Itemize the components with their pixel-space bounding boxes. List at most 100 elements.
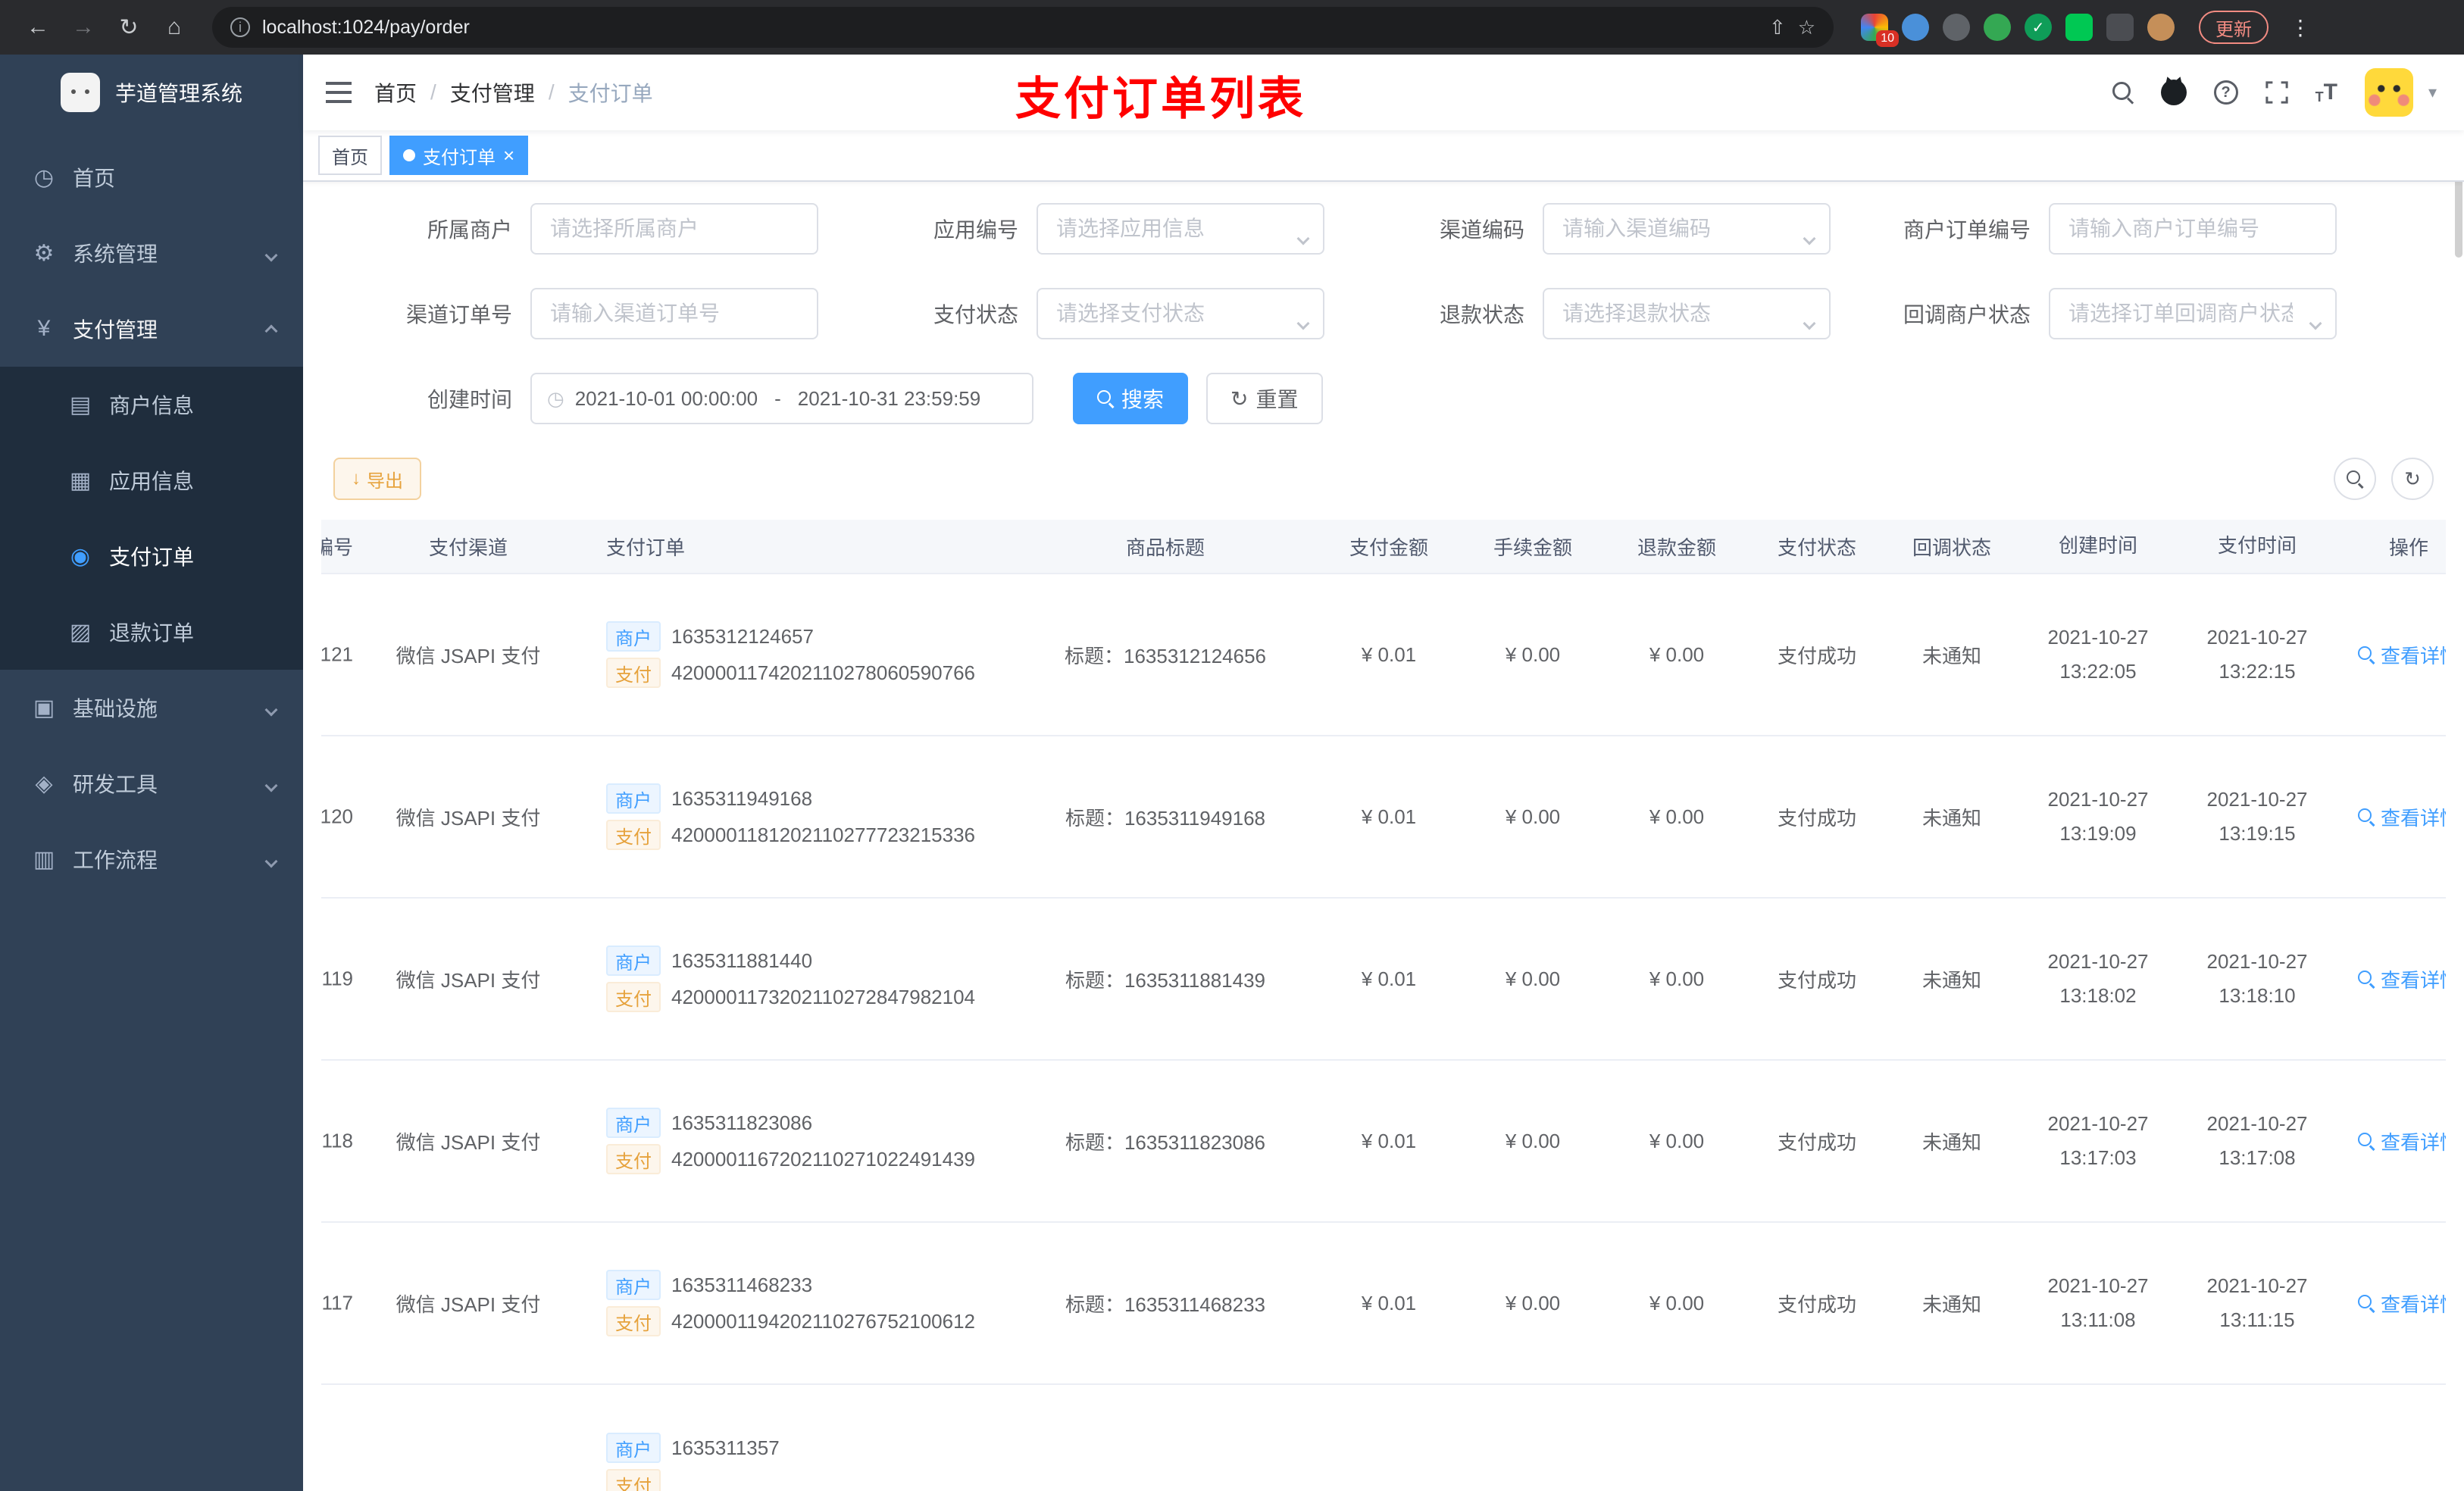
pay-tag: 支付: [606, 820, 661, 850]
cell-refund-amount: ¥ 0.00: [1649, 1129, 1705, 1152]
view-detail-link[interactable]: 查看详情: [2357, 641, 2446, 669]
cell-product-title: 标题：1635311949168: [1014, 803, 1317, 831]
tab-pay-order[interactable]: 支付订单 ×: [389, 136, 529, 175]
refresh-icon: ↻: [1230, 386, 1249, 411]
green-dot-extension-icon[interactable]: [1984, 14, 2011, 41]
tab-home[interactable]: 首页: [318, 136, 382, 175]
browser-forward-icon[interactable]: →: [64, 8, 103, 47]
monitor-icon: ▣: [33, 695, 55, 720]
url-text[interactable]: localhost:1024/pay/order: [262, 17, 1757, 39]
sidebar-item-refund-order[interactable]: ▨ 退款订单: [0, 594, 303, 670]
search-icon: [1097, 390, 1114, 407]
view-detail-link[interactable]: 查看详情: [2357, 1289, 2446, 1318]
order-id: 120: [321, 805, 353, 828]
merchant-filter-input[interactable]: [530, 203, 818, 255]
cell-refund-amount: ¥ 0.00: [1649, 805, 1705, 828]
breadcrumb-separator: /: [548, 80, 555, 104]
browser-toolbar: ← → ↻ ⌂ i localhost:1024/pay/order ⇧ ☆ 1…: [0, 0, 2464, 55]
sidebar-item-system[interactable]: ⚙ 系统管理: [0, 215, 303, 291]
reset-button[interactable]: ↻ 重置: [1206, 373, 1323, 424]
app-logo[interactable]: 芋道管理系统: [0, 55, 303, 130]
colorful-extension-icon[interactable]: 10: [1861, 14, 1899, 47]
sidebar-item-workflow[interactable]: ▥ 工作流程: [0, 821, 303, 897]
view-detail-link[interactable]: 查看详情: [2357, 803, 2446, 831]
cell-pay-channel: 微信 JSAPI 支付: [396, 644, 541, 667]
title-prefix: 标题：: [1065, 806, 1124, 830]
pay-status-select[interactable]: [1037, 288, 1324, 339]
toggle-search-button[interactable]: [2334, 458, 2376, 500]
table-row: 121 微信 JSAPI 支付 商户 1635312124657 支付 4200…: [321, 574, 2446, 736]
avatar-caret-icon[interactable]: ▾: [2428, 83, 2437, 102]
field-refund-status: 退款状态: [1346, 288, 1831, 339]
address-bar[interactable]: i localhost:1024/pay/order ⇧ ☆: [212, 7, 1834, 48]
browser-back-icon[interactable]: ←: [18, 8, 58, 47]
chevron-down-icon: [264, 241, 278, 265]
check-extension-icon[interactable]: ✓: [2025, 14, 2052, 41]
refresh-button[interactable]: ↻: [2391, 458, 2434, 500]
help-icon[interactable]: ?: [2213, 80, 2238, 105]
sidebar-item-infra[interactable]: ▣ 基础设施: [0, 670, 303, 746]
table-body: 121 微信 JSAPI 支付 商户 1635312124657 支付 4200…: [321, 574, 2446, 1491]
create-time: 13:19:09: [2059, 822, 2137, 845]
app-no-select[interactable]: [1037, 203, 1324, 255]
view-detail-link[interactable]: 查看详情: [2357, 965, 2446, 993]
create-time-range-picker[interactable]: ◷ 2021-10-01 00:00:00 - 2021-10-31 23:59…: [530, 373, 1033, 424]
cell-order-id: 118: [321, 1060, 355, 1222]
sidebar-item-app-info[interactable]: ▦ 应用信息: [0, 442, 303, 518]
product-title: 1635311949168: [1124, 806, 1266, 830]
user-avatar[interactable]: [2364, 68, 2413, 117]
breadcrumb-home[interactable]: 首页: [374, 77, 417, 108]
drop-extension-icon[interactable]: [1902, 14, 1929, 41]
cell-pay-channel: 微信 JSAPI 支付: [396, 806, 541, 830]
pay-order-line: 支付: [606, 1469, 1014, 1491]
refund-status-select[interactable]: [1543, 288, 1831, 339]
browser-menu-icon[interactable]: ⋮: [2290, 15, 2311, 40]
pay-order-line: 支付 4200001167202110271022491439: [606, 1144, 1014, 1174]
browser-home-icon[interactable]: ⌂: [155, 8, 194, 47]
cell-pay-order: 商户 1635311357 支付: [582, 1427, 1014, 1491]
cell-product-title: 标题：1635311823086: [1014, 1127, 1317, 1155]
search-icon[interactable]: [2112, 82, 2134, 103]
sidebar-item-pay-order[interactable]: ◉ 支付订单: [0, 518, 303, 594]
merchant-order-no-input[interactable]: [2049, 203, 2337, 255]
globe-extension-icon[interactable]: [1943, 14, 1970, 41]
github-icon[interactable]: [2160, 80, 2187, 105]
create-date: 2021-10-27: [2047, 625, 2149, 649]
view-detail-link[interactable]: 查看详情: [2357, 1127, 2446, 1155]
profile-emoji-icon[interactable]: [2147, 14, 2175, 41]
cell-pay-time: 2021-10-27 13:19:15: [2178, 783, 2337, 852]
sidebar-toggle-icon[interactable]: [303, 55, 374, 130]
site-info-icon[interactable]: i: [230, 17, 250, 37]
create-time: 13:22:05: [2059, 660, 2137, 683]
filter-row-3: 创建时间 ◷ 2021-10-01 00:00:00 - 2021-10-31 …: [321, 373, 2446, 424]
export-button[interactable]: ↓ 导出: [333, 458, 421, 500]
pay-order-no: 4200001181202110277723215336: [671, 823, 976, 846]
search-button[interactable]: 搜索: [1073, 373, 1189, 424]
create-date: 2021-10-27: [2047, 787, 2149, 811]
close-icon[interactable]: ×: [503, 145, 514, 165]
cell-pay-status: 支付成功: [1777, 644, 1856, 667]
channel-order-no-input[interactable]: [530, 288, 818, 339]
sidebar-item-home[interactable]: ◷ 首页: [0, 139, 303, 215]
sidebar-item-pay[interactable]: ¥ 支付管理: [0, 291, 303, 367]
notify-status-select[interactable]: [2049, 288, 2337, 339]
sidebar-item-devtools[interactable]: ◈ 研发工具: [0, 746, 303, 821]
browser-reload-icon[interactable]: ↻: [109, 8, 149, 47]
channel-code-select[interactable]: [1543, 203, 1831, 255]
bookmark-star-icon[interactable]: ☆: [1798, 16, 1815, 39]
field-label: 支付状态: [933, 303, 1018, 327]
fullscreen-icon[interactable]: [2265, 81, 2288, 104]
create-time: 13:11:08: [2060, 1308, 2136, 1331]
browser-update-button[interactable]: 更新: [2199, 11, 2269, 44]
tags-view-bar: 首页 支付订单 ×: [303, 130, 2464, 182]
yen-icon: ¥: [37, 316, 51, 341]
share-icon[interactable]: ⇧: [1769, 16, 1786, 39]
field-merchant-order-no: 商户订单编号: [1852, 203, 2337, 255]
field-label: 商户订单编号: [1903, 218, 2031, 242]
font-size-icon[interactable]: TT: [2315, 80, 2337, 105]
puzzle-extension-icon[interactable]: [2106, 14, 2134, 41]
green-square-extension-icon[interactable]: [2065, 14, 2093, 41]
sidebar-item-merchant-info[interactable]: ▤ 商户信息: [0, 367, 303, 442]
pay-order-no: 4200001194202110276752100612: [671, 1309, 976, 1333]
breadcrumb-pay[interactable]: 支付管理: [450, 77, 535, 108]
